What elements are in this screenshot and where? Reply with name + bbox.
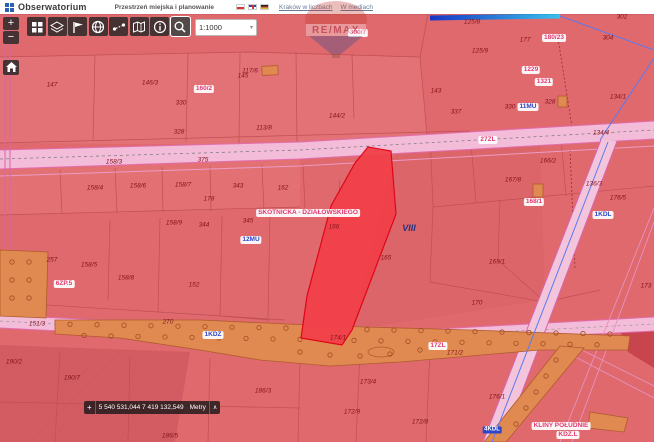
- globe-icon: [91, 20, 105, 33]
- app-title: Obserwatorium: [18, 2, 87, 12]
- info-button[interactable]: [150, 17, 169, 36]
- layers-icon: [50, 20, 64, 33]
- app-logo-icon: [5, 2, 14, 12]
- grid-icon: [31, 21, 42, 32]
- measure-icon: [112, 22, 125, 31]
- info-icon: [153, 20, 166, 33]
- layers-button[interactable]: [47, 17, 67, 36]
- app-window: 147 146/3 145 144/2 143 330 328 117/6 113/8 125/8…: [0, 0, 654, 442]
- map-toolbar: [27, 16, 191, 37]
- search-icon: [174, 21, 186, 33]
- zoom-control: + −: [3, 17, 19, 44]
- collapse-chevron-icon[interactable]: ∧: [208, 401, 220, 414]
- zoom-out-button[interactable]: −: [3, 31, 19, 44]
- home-button[interactable]: [3, 60, 19, 75]
- coordinate-bar: + 5 540 531,044 7 419 132,549 Metry ∧: [84, 401, 221, 414]
- scale-selector[interactable]: 1:1000 ▾: [195, 19, 257, 36]
- coordinates-units: Metry: [189, 404, 206, 411]
- flag-uk-icon[interactable]: [247, 4, 257, 10]
- coordinates-value: 5 540 531,044 7 419 132,549: [94, 401, 187, 414]
- header-subtitle: Przestrzeń miejska i planowanie: [114, 3, 214, 11]
- map-themes-button[interactable]: [129, 17, 149, 36]
- zoom-in-button[interactable]: +: [3, 17, 19, 30]
- apps-button[interactable]: [27, 17, 46, 36]
- home-icon: [5, 62, 17, 72]
- top-header: Obserwatorium Przestrzeń miejska i plano…: [0, 0, 654, 14]
- measure-button[interactable]: [109, 17, 128, 36]
- flag-de-icon[interactable]: [259, 4, 269, 10]
- link-w-mediach[interactable]: W mediach: [340, 4, 373, 11]
- scale-value: 1:1000: [199, 23, 222, 32]
- language-switcher: [235, 4, 269, 10]
- search-button[interactable]: [169, 16, 191, 37]
- basemap-globe-button[interactable]: [88, 17, 108, 36]
- crosshair-icon[interactable]: +: [84, 401, 95, 414]
- draw-button[interactable]: [68, 17, 87, 36]
- map-icon: [133, 20, 145, 33]
- link-krakow-w-liczbach[interactable]: Kraków w liczbach: [279, 4, 332, 11]
- flag-icon: [72, 21, 83, 33]
- map-graphics: [0, 14, 654, 442]
- flag-pl-icon[interactable]: [235, 4, 245, 10]
- chevron-down-icon: ▾: [249, 25, 253, 31]
- map-canvas[interactable]: [0, 14, 654, 442]
